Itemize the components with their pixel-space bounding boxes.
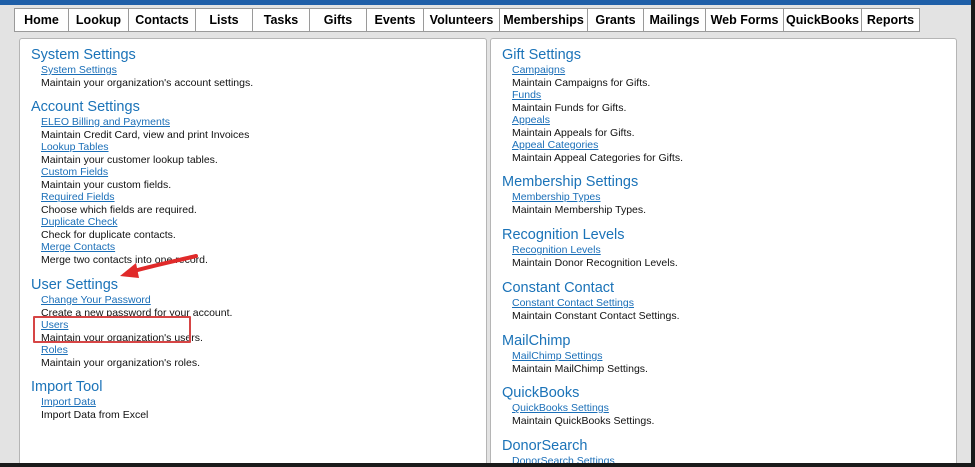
link-quickbooks-settings[interactable]: QuickBooks Settings (512, 402, 654, 415)
section-title: Gift Settings (502, 47, 581, 63)
entry-description: Maintain your customer lookup tables. (41, 153, 218, 166)
nav-tab-home[interactable]: Home (14, 9, 69, 32)
section-donorsearch: DonorSearch DonorSearch Settings (502, 438, 615, 463)
link-appeal-categories[interactable]: Appeal Categories (512, 139, 683, 152)
entry-description: Maintain your organization's roles. (41, 356, 201, 369)
main-nav: Home Lookup Contacts Lists Tasks Gifts Events V… (14, 8, 920, 33)
entry-description: Maintain Membership Types. (512, 203, 647, 216)
settings-entry: Constant Contact Settings Maintain Consta… (512, 297, 680, 322)
section-system-settings: System Settings System Settings Maintain y… (31, 47, 253, 89)
link-campaigns[interactable]: Campaigns (512, 64, 683, 77)
entry-description: Maintain QuickBooks Settings. (512, 414, 655, 427)
section-title: MailChimp (502, 333, 571, 349)
entry-description: Maintain Donor Recognition Levels. (512, 256, 678, 269)
link-import-data[interactable]: Import Data (41, 396, 148, 409)
section-title: QuickBooks (502, 385, 580, 401)
top-accent-bar (0, 0, 971, 5)
nav-tab-grants[interactable]: Grants (588, 9, 644, 32)
section-title: Recognition Levels (502, 227, 625, 243)
section-title: Import Tool (31, 379, 103, 395)
entry-description: Choose which fields are required. (41, 203, 197, 216)
link-duplicate-check[interactable]: Duplicate Check (41, 216, 249, 229)
entry-description: Maintain Funds for Gifts. (512, 101, 627, 114)
settings-entry: Lookup Tables Maintain your customer look… (41, 141, 249, 166)
link-appeals[interactable]: Appeals (512, 114, 683, 127)
link-roles[interactable]: Roles (41, 344, 232, 357)
settings-entry: Required Fields Choose which fields are r… (41, 191, 249, 216)
nav-tab-reports[interactable]: Reports (862, 9, 920, 32)
section-constant-contact: Constant Contact Constant Contact Setting… (502, 280, 680, 322)
nav-tab-gifts[interactable]: Gifts (310, 9, 367, 32)
nav-tab-contacts[interactable]: Contacts (129, 9, 196, 32)
settings-entry: QuickBooks Settings Maintain QuickBooks S… (512, 402, 654, 427)
nav-tab-volunteers[interactable]: Volunteers (424, 9, 500, 32)
section-quickbooks: QuickBooks QuickBooks Settings Maintain Qu… (502, 385, 654, 427)
link-eleo-billing-and-payments[interactable]: ELEO Billing and Payments (41, 116, 249, 129)
section-recognition-levels: Recognition Levels Recognition Levels Main… (502, 227, 678, 269)
link-mailchimp-settings[interactable]: MailChimp Settings (512, 350, 648, 363)
users-highlight-box (33, 316, 191, 343)
settings-entry: Duplicate Check Check for duplicate conta… (41, 216, 249, 241)
link-donorsearch-settings[interactable]: DonorSearch Settings (512, 455, 615, 463)
settings-entry: Membership Types Maintain Membership Type… (512, 191, 646, 216)
settings-entry: Custom Fields Maintain your custom fields… (41, 166, 249, 191)
link-membership-types[interactable]: Membership Types (512, 191, 646, 204)
link-system-settings[interactable]: System Settings (41, 64, 253, 77)
entry-description: Maintain Appeal Categories for Gifts. (512, 151, 684, 164)
nav-tab-events[interactable]: Events (367, 9, 424, 32)
settings-entry: Appeals Maintain Appeals for Gifts. (512, 114, 683, 139)
section-title: Membership Settings (502, 174, 639, 190)
entry-description: Maintain Appeals for Gifts. (512, 126, 635, 139)
section-gift-settings: Gift Settings Campaigns Maintain Campaigns… (502, 47, 683, 164)
app-window: Home Lookup Contacts Lists Tasks Gifts Events V… (0, 0, 975, 467)
nav-tab-memberships[interactable]: Memberships (500, 9, 588, 32)
section-mailchimp: MailChimp MailChimp Settings Maintain Mail… (502, 333, 648, 375)
nav-tab-lists[interactable]: Lists (196, 9, 253, 32)
settings-entry: Import Data Import Data from Excel (41, 396, 148, 421)
link-recognition-levels[interactable]: Recognition Levels (512, 244, 678, 257)
entry-description: Maintain Credit Card, view and print Inv… (41, 128, 250, 141)
section-title: Account Settings (31, 99, 140, 115)
entry-description: Maintain Campaigns for Gifts. (512, 76, 651, 89)
section-title: DonorSearch (502, 438, 588, 454)
link-constant-contact-settings[interactable]: Constant Contact Settings (512, 297, 680, 310)
settings-entry: ELEO Billing and Payments Maintain Credit… (41, 116, 249, 141)
link-custom-fields[interactable]: Custom Fields (41, 166, 249, 179)
nav-tab-mailings[interactable]: Mailings (644, 9, 706, 32)
settings-entry: MailChimp Settings Maintain MailChimp Set… (512, 350, 648, 375)
settings-entry: Campaigns Maintain Campaigns for Gifts. (512, 64, 683, 89)
settings-entry: Funds Maintain Funds for Gifts. (512, 89, 683, 114)
link-change-your-password[interactable]: Change Your Password (41, 294, 232, 307)
settings-entry: Recognition Levels Maintain Donor Recogni… (512, 244, 678, 269)
link-funds[interactable]: Funds (512, 89, 683, 102)
entry-description: Maintain your custom fields. (41, 178, 172, 191)
link-lookup-tables[interactable]: Lookup Tables (41, 141, 249, 154)
entry-description: Check for duplicate contacts. (41, 228, 176, 241)
settings-entry: Roles Maintain your organization's roles. (41, 344, 232, 369)
entry-description: Maintain MailChimp Settings. (512, 362, 648, 375)
right-settings-panel: Gift Settings Campaigns Maintain Campaigns… (490, 38, 957, 463)
entry-description: Import Data from Excel (41, 408, 149, 421)
red-arrow-icon (120, 254, 198, 278)
section-membership-settings: Membership Settings Membership Types Maint… (502, 174, 646, 216)
section-account-settings: Account Settings ELEO Billing and Payment… (31, 99, 249, 266)
section-import-tool: Import Tool Import Data Import Data from E… (31, 379, 148, 421)
nav-tab-tasks[interactable]: Tasks (253, 9, 310, 32)
left-settings-panel: System Settings System Settings Maintain y… (19, 38, 487, 463)
settings-entry: Appeal Categories Maintain Appeal Categor… (512, 139, 683, 164)
nav-tab-lookup[interactable]: Lookup (69, 9, 129, 32)
entry-description: Maintain Constant Contact Settings. (512, 309, 680, 322)
entry-description: Maintain your organization's account set… (41, 76, 254, 89)
nav-tab-quickbooks[interactable]: QuickBooks (784, 9, 862, 32)
settings-entry: System Settings Maintain your organizatio… (41, 64, 253, 89)
nav-tab-web-forms[interactable]: Web Forms (706, 9, 784, 32)
settings-entry: DonorSearch Settings (512, 455, 615, 463)
section-title: System Settings (31, 47, 136, 63)
link-required-fields[interactable]: Required Fields (41, 191, 249, 204)
section-title: Constant Contact (502, 280, 615, 296)
